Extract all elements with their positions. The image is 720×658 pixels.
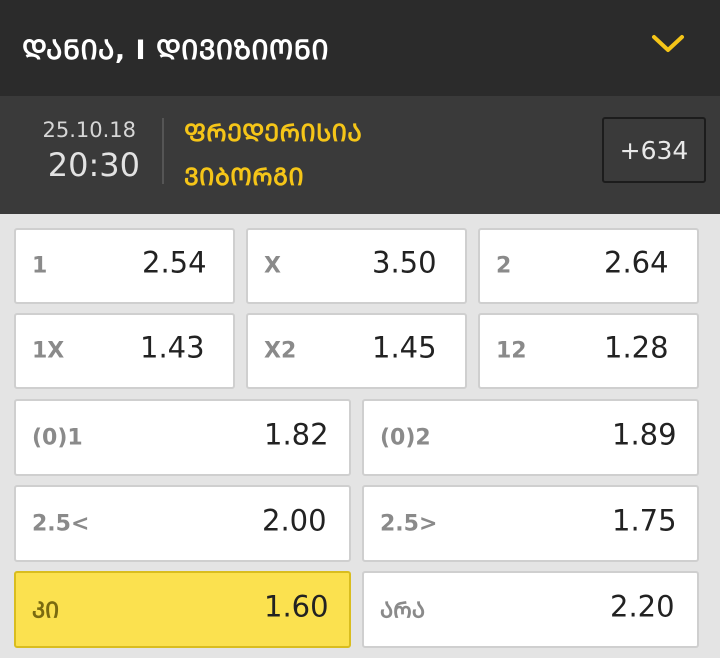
odds-value: 1.28 (604, 330, 669, 365)
odds-label: ᲙᲘ (32, 598, 60, 623)
league-title: ᲓᲐᲜᲘᲐ, I ᲓᲘᲕᲘᲖᲘᲝᲜᲘ (22, 34, 330, 66)
odds-label: 2.5> (380, 511, 438, 536)
odds-value: 1.75 (612, 503, 677, 538)
odds-label: X (264, 253, 281, 279)
odds-cell-1[interactable]: 1 2.54 (14, 228, 235, 304)
odds-cell-handicap-1[interactable]: (0)1 1.82 (14, 399, 351, 476)
odds-label: 1X (32, 338, 65, 364)
odds-label: 12 (496, 338, 527, 364)
odds-value: 2.20 (610, 589, 675, 624)
match-date: 25.10.18 (42, 118, 136, 142)
odds-label: (0)1 (32, 425, 83, 450)
league-header[interactable]: ᲓᲐᲜᲘᲐ, I ᲓᲘᲕᲘᲖᲘᲝᲜᲘ (0, 0, 720, 96)
odds-cell-12[interactable]: 12 1.28 (478, 313, 699, 389)
odds-cell-x[interactable]: X 3.50 (246, 228, 467, 304)
odds-cell-under[interactable]: 2.5< 2.00 (14, 485, 351, 562)
odds-cell-handicap-2[interactable]: (0)2 1.89 (362, 399, 699, 476)
odds-label: 2.5< (32, 511, 90, 536)
chevron-down-icon[interactable] (650, 30, 686, 58)
odds-value: 2.54 (142, 245, 207, 280)
odds-label: ᲐᲠᲐ (380, 598, 426, 623)
odds-label: X2 (264, 338, 297, 364)
odds-cell-no[interactable]: ᲐᲠᲐ 2.20 (362, 571, 699, 648)
odds-value: 2.00 (262, 503, 327, 538)
odds-value: 3.50 (372, 245, 437, 280)
odds-label: 1 (32, 253, 48, 279)
odds-value: 2.64 (604, 245, 669, 280)
odds-value: 1.89 (612, 417, 677, 452)
odds-label: 2 (496, 253, 512, 279)
odds-value: 1.82 (264, 417, 329, 452)
odds-label: (0)2 (380, 425, 431, 450)
odds-cell-x2[interactable]: X2 1.45 (246, 313, 467, 389)
more-markets-button[interactable]: +634 (602, 117, 706, 183)
odds-value: 1.45 (372, 330, 437, 365)
odds-value: 1.43 (140, 330, 205, 365)
divider (162, 118, 164, 184)
odds-value: 1.60 (264, 589, 329, 624)
odds-cell-1x[interactable]: 1X 1.43 (14, 313, 235, 389)
match-time: 20:30 (47, 146, 140, 184)
odds-cell-yes[interactable]: ᲙᲘ 1.60 (14, 571, 351, 648)
odds-cell-2[interactable]: 2 2.64 (478, 228, 699, 304)
odds-cell-over[interactable]: 2.5> 1.75 (362, 485, 699, 562)
home-team: ᲤᲠᲔᲓᲔᲠᲘᲡᲘᲐ (184, 119, 363, 147)
match-info: 25.10.18 20:30 ᲤᲠᲔᲓᲔᲠᲘᲡᲘᲐ ᲕᲘᲑᲝᲠᲒᲘ +634 (0, 96, 720, 214)
away-team: ᲕᲘᲑᲝᲠᲒᲘ (184, 163, 305, 191)
